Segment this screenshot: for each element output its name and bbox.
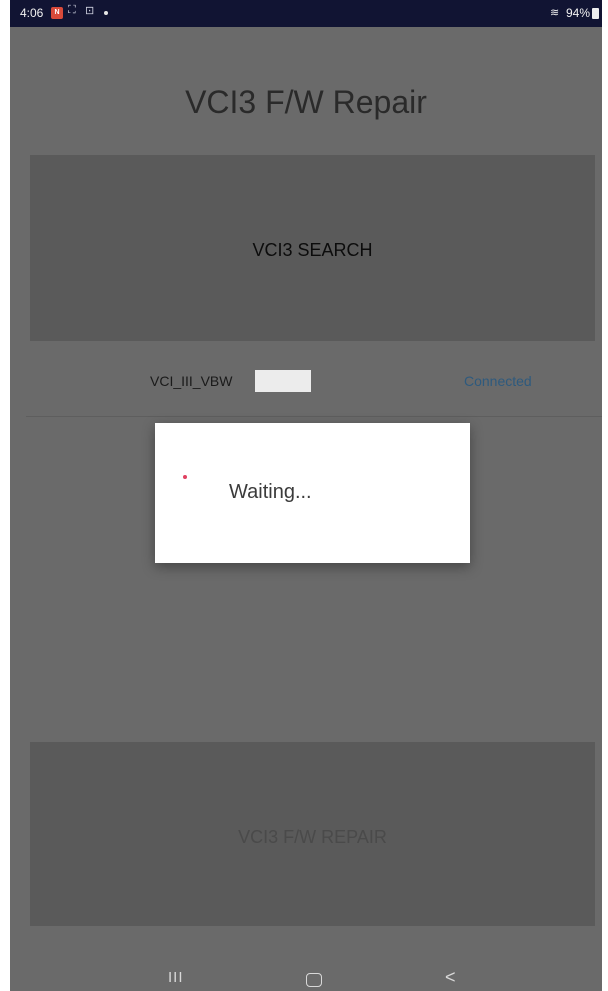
vci3-fw-repair-button[interactable]: VCI3 F/W REPAIR <box>30 742 595 926</box>
vci3-search-button[interactable]: VCI3 SEARCH <box>30 155 595 341</box>
recents-button[interactable]: III <box>168 969 184 986</box>
progress-spinner-icon <box>183 475 187 479</box>
connection-status: Connected <box>464 373 532 389</box>
calendar-icon: N <box>51 7 63 19</box>
wifi-icon: ≋ <box>550 7 560 19</box>
device-name: VCI_III_VBW <box>150 373 233 389</box>
vci3-search-label: VCI3 SEARCH <box>252 240 373 260</box>
redacted-serial <box>255 370 311 392</box>
device-list-item[interactable]: VCI_III_VBW Connected <box>26 360 602 417</box>
status-bar: 4:06 N ⛶ ⊡ ≋ 94% <box>10 0 602 27</box>
notification-dot-icon <box>104 11 108 15</box>
scan-icon: ⊡ <box>85 5 95 17</box>
home-button[interactable] <box>306 973 322 987</box>
battery-level: 94% <box>566 6 591 20</box>
screenshot-icon: ⛶ <box>68 4 76 16</box>
waiting-dialog: Waiting... <box>155 423 470 563</box>
battery-icon <box>592 8 599 19</box>
app-screen: 4:06 N ⛶ ⊡ ≋ 94% VCI3 F/W Repair VCI3 SE… <box>10 0 602 991</box>
navigation-bar: III < <box>10 965 602 991</box>
waiting-message: Waiting... <box>229 481 312 503</box>
vci3-fw-repair-label: VCI3 F/W REPAIR <box>238 827 387 847</box>
back-button[interactable]: < <box>445 967 456 988</box>
status-time: 4:06 <box>20 6 44 20</box>
page-title: VCI3 F/W Repair <box>185 84 427 120</box>
